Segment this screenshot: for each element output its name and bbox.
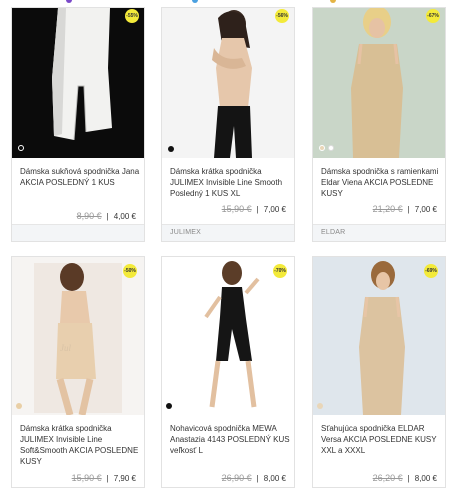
brand-label[interactable]: JULIMEX: [170, 229, 201, 236]
product-image[interactable]: [12, 8, 144, 158]
svg-text:Jul: Jul: [60, 343, 71, 353]
current-price: 8,00 €: [263, 474, 286, 483]
old-price: 15,90 €: [71, 473, 102, 483]
brand-bar[interactable]: ELDAR: [313, 224, 445, 241]
color-swatch[interactable]: [18, 145, 24, 151]
color-swatch[interactable]: [328, 145, 334, 151]
old-price: 21,20 €: [372, 204, 403, 214]
current-price: 8,00 €: [414, 474, 437, 483]
product-price: 26,20 € | 8,00 €: [372, 473, 437, 483]
product-price: 15,90 € | 7,90 €: [71, 473, 136, 483]
product-name[interactable]: Dámska krátka spodnička JULIMEX Invisibl…: [170, 166, 290, 199]
brand-label[interactable]: ELDAR: [321, 229, 345, 236]
current-price: 7,90 €: [113, 474, 136, 483]
product-price: 15,90 € | 7,00 €: [221, 204, 286, 214]
discount-badge: -56%: [275, 9, 289, 23]
product-image[interactable]: Jul: [12, 257, 144, 415]
old-price: 15,90 €: [221, 204, 252, 214]
product-card[interactable]: -70% Nohavicová spodnička MEWA Anastazia…: [161, 256, 295, 488]
product-image[interactable]: [162, 8, 294, 158]
product-name[interactable]: Nohavicová spodnička MEWA Anastazia 4143…: [170, 423, 290, 456]
product-card[interactable]: -55% Dámska sukňová spodnička Jana AKCIA…: [11, 7, 145, 242]
product-image[interactable]: [313, 257, 445, 415]
product-card[interactable]: Jul -50% Dámska krátka spodnička JULIMEX…: [11, 256, 145, 488]
product-card[interactable]: -69% Sťahujúca spodnička ELDAR Versa AKC…: [312, 256, 446, 488]
current-price: 4,00 €: [113, 212, 136, 221]
old-price: 26,20 €: [372, 473, 403, 483]
color-swatch[interactable]: [16, 403, 22, 409]
color-swatch[interactable]: [168, 146, 174, 152]
discount-badge: -55%: [125, 9, 139, 23]
color-swatch[interactable]: [166, 403, 172, 409]
product-image[interactable]: [162, 257, 294, 415]
top-nav-strip: [0, 0, 460, 5]
brand-bar[interactable]: JULIMEX: [162, 224, 294, 241]
product-price: 21,20 € | 7,00 €: [372, 204, 437, 214]
color-swatch[interactable]: [317, 403, 323, 409]
product-price: 8,90 € | 4,00 €: [76, 211, 136, 221]
product-image[interactable]: [313, 8, 445, 158]
product-name[interactable]: Dámska spodnička s ramienkami Eldar Vien…: [321, 166, 441, 199]
product-name[interactable]: Dámska krátka spodnička JULIMEX Invisibl…: [20, 423, 140, 467]
color-swatch[interactable]: [319, 145, 325, 151]
current-price: 7,00 €: [414, 205, 437, 214]
current-price: 7,00 €: [263, 205, 286, 214]
product-name[interactable]: Sťahujúca spodnička ELDAR Versa AKCIA PO…: [321, 423, 441, 456]
old-price: 26,90 €: [221, 473, 252, 483]
old-price: 8,90 €: [76, 211, 102, 221]
discount-badge: -69%: [424, 264, 438, 278]
brand-bar: [12, 224, 144, 241]
discount-badge: -50%: [123, 264, 137, 278]
product-card[interactable]: -67% Dámska spodnička s ramienkami Eldar…: [312, 7, 446, 242]
product-price: 26,90 € | 8,00 €: [221, 473, 286, 483]
product-name[interactable]: Dámska sukňová spodnička Jana AKCIA POSL…: [20, 166, 140, 188]
product-card[interactable]: -56% Dámska krátka spodnička JULIMEX Inv…: [161, 7, 295, 242]
discount-badge: -70%: [273, 264, 287, 278]
discount-badge: -67%: [426, 9, 440, 23]
